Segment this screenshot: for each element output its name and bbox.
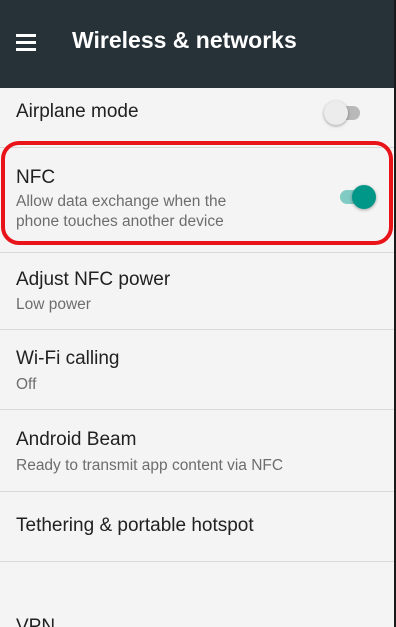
wifi-calling-summary: Off bbox=[16, 376, 37, 393]
nfc-switch[interactable] bbox=[336, 185, 376, 209]
toolbar: Wireless & networks bbox=[0, 0, 396, 88]
list-item-airplane-mode[interactable]: Airplane mode bbox=[0, 88, 396, 148]
vpn-title: VPN bbox=[16, 616, 56, 627]
list-item-vpn[interactable]: VPN bbox=[0, 562, 396, 627]
android-beam-title: Android Beam bbox=[16, 429, 137, 450]
adjust-nfc-power-title: Adjust NFC power bbox=[16, 269, 171, 290]
airplane-mode-title: Airplane mode bbox=[16, 101, 139, 122]
nfc-title: NFC bbox=[16, 167, 56, 188]
airplane-mode-switch[interactable] bbox=[324, 101, 364, 125]
wifi-calling-title: Wi-Fi calling bbox=[16, 348, 120, 369]
tethering-title: Tethering & portable hotspot bbox=[16, 515, 254, 536]
adjust-nfc-power-summary: Low power bbox=[16, 296, 91, 313]
list-item-adjust-nfc-power[interactable]: Adjust NFC power Low power bbox=[0, 253, 396, 330]
list-item-nfc[interactable]: NFC Allow data exchange when the phone t… bbox=[0, 148, 396, 253]
settings-screen: Wireless & networks Airplane mode NFC Al… bbox=[0, 0, 396, 627]
list-item-android-beam[interactable]: Android Beam Ready to transmit app conte… bbox=[0, 410, 396, 492]
page-title: Wireless & networks bbox=[72, 27, 297, 53]
switch-thumb bbox=[324, 101, 348, 125]
android-beam-summary: Ready to transmit app content via NFC bbox=[16, 457, 284, 474]
list-item-tethering[interactable]: Tethering & portable hotspot bbox=[0, 492, 396, 562]
nfc-summary-line1: Allow data exchange when the bbox=[16, 193, 227, 210]
list-item-wifi-calling[interactable]: Wi-Fi calling Off bbox=[0, 330, 396, 410]
hamburger-menu-icon[interactable] bbox=[16, 31, 38, 53]
nfc-summary-line2: phone touches another device bbox=[16, 213, 224, 230]
switch-thumb bbox=[352, 185, 376, 209]
